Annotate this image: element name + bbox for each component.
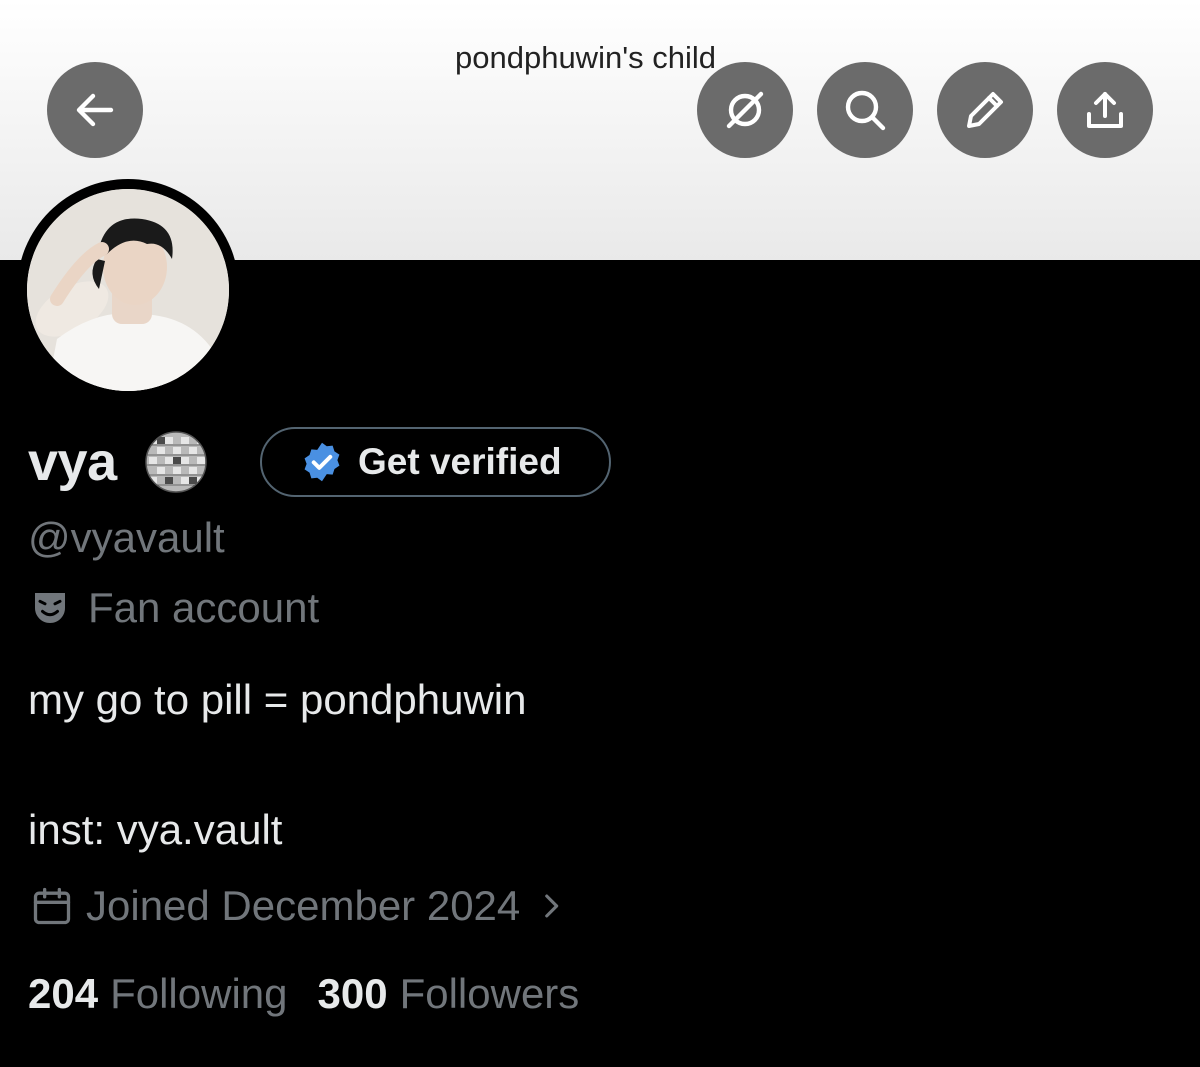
category-label: Fan account — [88, 584, 320, 631]
joined-label: Joined December 2024 — [86, 882, 521, 929]
get-verified-button[interactable]: Get verified — [260, 427, 611, 497]
bio-line: my go to pill = pondphuwin — [28, 676, 527, 723]
grok-button[interactable] — [697, 62, 793, 158]
profile-category: Fan account — [30, 584, 319, 632]
share-button[interactable] — [1057, 62, 1153, 158]
followers-link[interactable]: 300 Followers — [318, 970, 580, 1018]
follow-stats: 204 Following 300 Followers — [28, 970, 579, 1018]
following-link[interactable]: 204 Following — [28, 970, 288, 1018]
pencil-icon — [967, 92, 1003, 128]
chevron-right-icon — [545, 894, 559, 918]
back-button[interactable] — [47, 62, 143, 158]
handle: @vyavault — [28, 514, 225, 561]
search-icon — [845, 90, 886, 131]
disco-ball-icon — [144, 431, 207, 493]
share-icon — [1087, 92, 1123, 128]
name-row: vya — [28, 424, 209, 500]
following-label: Following — [110, 970, 288, 1017]
bio-line: inst: vya.vault — [28, 806, 283, 853]
avatar[interactable] — [17, 179, 239, 401]
arrow-left-icon — [76, 93, 114, 127]
profile-photo — [27, 189, 229, 391]
followers-count: 300 — [317, 970, 388, 1017]
verified-badge-icon — [304, 442, 340, 482]
calendar-icon — [33, 887, 71, 925]
followers-label: Followers — [399, 970, 580, 1017]
edit-button[interactable] — [937, 62, 1033, 158]
joined-date[interactable]: Joined December 2024 — [30, 882, 568, 930]
grok-icon — [726, 91, 764, 129]
following-count: 204 — [28, 970, 99, 1017]
banner-text: pondphuwin's child — [455, 40, 716, 75]
get-verified-label: Get verified — [358, 441, 562, 482]
display-name: vya — [28, 432, 117, 492]
search-button[interactable] — [817, 62, 913, 158]
performing-arts-mask-icon — [35, 593, 65, 623]
